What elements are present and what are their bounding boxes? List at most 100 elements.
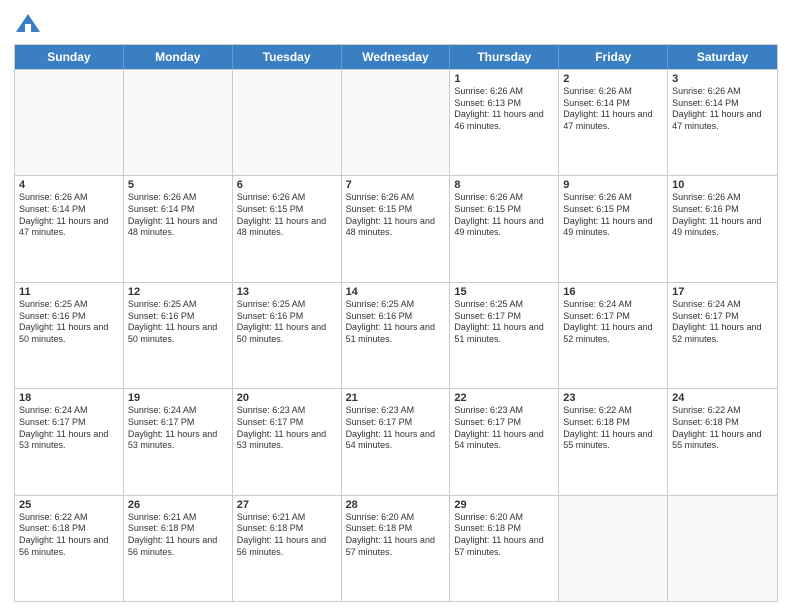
cell-info: Sunrise: 6:21 AM Sunset: 6:18 PM Dayligh… bbox=[237, 512, 337, 559]
calendar-cell-1-6: 10Sunrise: 6:26 AM Sunset: 6:16 PM Dayli… bbox=[668, 176, 777, 281]
calendar-cell-3-6: 24Sunrise: 6:22 AM Sunset: 6:18 PM Dayli… bbox=[668, 389, 777, 494]
calendar-cell-0-5: 2Sunrise: 6:26 AM Sunset: 6:14 PM Daylig… bbox=[559, 70, 668, 175]
cell-info: Sunrise: 6:26 AM Sunset: 6:15 PM Dayligh… bbox=[563, 192, 663, 239]
cell-date: 10 bbox=[672, 179, 773, 191]
calendar-row-2: 11Sunrise: 6:25 AM Sunset: 6:16 PM Dayli… bbox=[15, 282, 777, 388]
cell-info: Sunrise: 6:25 AM Sunset: 6:16 PM Dayligh… bbox=[128, 299, 228, 346]
cell-info: Sunrise: 6:26 AM Sunset: 6:14 PM Dayligh… bbox=[563, 86, 663, 133]
calendar-cell-2-1: 12Sunrise: 6:25 AM Sunset: 6:16 PM Dayli… bbox=[124, 283, 233, 388]
calendar-cell-0-2 bbox=[233, 70, 342, 175]
cell-date: 22 bbox=[454, 392, 554, 404]
cell-info: Sunrise: 6:26 AM Sunset: 6:15 PM Dayligh… bbox=[454, 192, 554, 239]
cell-date: 28 bbox=[346, 499, 446, 511]
calendar-cell-2-5: 16Sunrise: 6:24 AM Sunset: 6:17 PM Dayli… bbox=[559, 283, 668, 388]
cell-info: Sunrise: 6:24 AM Sunset: 6:17 PM Dayligh… bbox=[19, 405, 119, 452]
cell-info: Sunrise: 6:21 AM Sunset: 6:18 PM Dayligh… bbox=[128, 512, 228, 559]
cell-date: 12 bbox=[128, 286, 228, 298]
cell-info: Sunrise: 6:25 AM Sunset: 6:17 PM Dayligh… bbox=[454, 299, 554, 346]
cell-date: 17 bbox=[672, 286, 773, 298]
cell-date: 18 bbox=[19, 392, 119, 404]
cell-date: 29 bbox=[454, 499, 554, 511]
cell-info: Sunrise: 6:24 AM Sunset: 6:17 PM Dayligh… bbox=[563, 299, 663, 346]
calendar-cell-4-2: 27Sunrise: 6:21 AM Sunset: 6:18 PM Dayli… bbox=[233, 496, 342, 601]
cell-date: 4 bbox=[19, 179, 119, 191]
calendar-cell-3-5: 23Sunrise: 6:22 AM Sunset: 6:18 PM Dayli… bbox=[559, 389, 668, 494]
calendar-cell-0-1 bbox=[124, 70, 233, 175]
calendar-cell-4-4: 29Sunrise: 6:20 AM Sunset: 6:18 PM Dayli… bbox=[450, 496, 559, 601]
cell-info: Sunrise: 6:23 AM Sunset: 6:17 PM Dayligh… bbox=[237, 405, 337, 452]
cell-info: Sunrise: 6:23 AM Sunset: 6:17 PM Dayligh… bbox=[454, 405, 554, 452]
cell-date: 9 bbox=[563, 179, 663, 191]
calendar-cell-3-0: 18Sunrise: 6:24 AM Sunset: 6:17 PM Dayli… bbox=[15, 389, 124, 494]
cell-info: Sunrise: 6:20 AM Sunset: 6:18 PM Dayligh… bbox=[454, 512, 554, 559]
calendar-header-row: SundayMondayTuesdayWednesdayThursdayFrid… bbox=[15, 45, 777, 69]
calendar-cell-4-5 bbox=[559, 496, 668, 601]
calendar-cell-4-1: 26Sunrise: 6:21 AM Sunset: 6:18 PM Dayli… bbox=[124, 496, 233, 601]
cell-info: Sunrise: 6:22 AM Sunset: 6:18 PM Dayligh… bbox=[563, 405, 663, 452]
calendar-body: 1Sunrise: 6:26 AM Sunset: 6:13 PM Daylig… bbox=[15, 69, 777, 601]
logo bbox=[14, 10, 46, 38]
cell-info: Sunrise: 6:26 AM Sunset: 6:14 PM Dayligh… bbox=[19, 192, 119, 239]
cell-date: 16 bbox=[563, 286, 663, 298]
calendar-cell-2-0: 11Sunrise: 6:25 AM Sunset: 6:16 PM Dayli… bbox=[15, 283, 124, 388]
calendar-cell-3-1: 19Sunrise: 6:24 AM Sunset: 6:17 PM Dayli… bbox=[124, 389, 233, 494]
calendar-cell-4-0: 25Sunrise: 6:22 AM Sunset: 6:18 PM Dayli… bbox=[15, 496, 124, 601]
calendar-row-4: 25Sunrise: 6:22 AM Sunset: 6:18 PM Dayli… bbox=[15, 495, 777, 601]
cell-info: Sunrise: 6:20 AM Sunset: 6:18 PM Dayligh… bbox=[346, 512, 446, 559]
calendar-cell-0-0 bbox=[15, 70, 124, 175]
header-cell-tuesday: Tuesday bbox=[233, 45, 342, 69]
cell-info: Sunrise: 6:26 AM Sunset: 6:13 PM Dayligh… bbox=[454, 86, 554, 133]
cell-info: Sunrise: 6:26 AM Sunset: 6:15 PM Dayligh… bbox=[237, 192, 337, 239]
cell-date: 24 bbox=[672, 392, 773, 404]
cell-date: 1 bbox=[454, 73, 554, 85]
cell-date: 26 bbox=[128, 499, 228, 511]
cell-date: 21 bbox=[346, 392, 446, 404]
cell-info: Sunrise: 6:26 AM Sunset: 6:16 PM Dayligh… bbox=[672, 192, 773, 239]
cell-info: Sunrise: 6:22 AM Sunset: 6:18 PM Dayligh… bbox=[672, 405, 773, 452]
cell-info: Sunrise: 6:25 AM Sunset: 6:16 PM Dayligh… bbox=[19, 299, 119, 346]
cell-date: 7 bbox=[346, 179, 446, 191]
header-cell-sunday: Sunday bbox=[15, 45, 124, 69]
cell-date: 25 bbox=[19, 499, 119, 511]
calendar-cell-1-1: 5Sunrise: 6:26 AM Sunset: 6:14 PM Daylig… bbox=[124, 176, 233, 281]
cell-date: 5 bbox=[128, 179, 228, 191]
cell-date: 8 bbox=[454, 179, 554, 191]
cell-info: Sunrise: 6:26 AM Sunset: 6:15 PM Dayligh… bbox=[346, 192, 446, 239]
cell-date: 20 bbox=[237, 392, 337, 404]
page-header bbox=[14, 10, 778, 38]
calendar-cell-1-4: 8Sunrise: 6:26 AM Sunset: 6:15 PM Daylig… bbox=[450, 176, 559, 281]
calendar-row-0: 1Sunrise: 6:26 AM Sunset: 6:13 PM Daylig… bbox=[15, 69, 777, 175]
cell-date: 23 bbox=[563, 392, 663, 404]
cell-date: 2 bbox=[563, 73, 663, 85]
cell-date: 13 bbox=[237, 286, 337, 298]
cell-date: 27 bbox=[237, 499, 337, 511]
calendar-cell-2-4: 15Sunrise: 6:25 AM Sunset: 6:17 PM Dayli… bbox=[450, 283, 559, 388]
cell-date: 14 bbox=[346, 286, 446, 298]
cell-info: Sunrise: 6:22 AM Sunset: 6:18 PM Dayligh… bbox=[19, 512, 119, 559]
cell-info: Sunrise: 6:24 AM Sunset: 6:17 PM Dayligh… bbox=[128, 405, 228, 452]
calendar-cell-1-3: 7Sunrise: 6:26 AM Sunset: 6:15 PM Daylig… bbox=[342, 176, 451, 281]
calendar-cell-4-6 bbox=[668, 496, 777, 601]
cell-info: Sunrise: 6:26 AM Sunset: 6:14 PM Dayligh… bbox=[128, 192, 228, 239]
cell-date: 3 bbox=[672, 73, 773, 85]
calendar-row-3: 18Sunrise: 6:24 AM Sunset: 6:17 PM Dayli… bbox=[15, 388, 777, 494]
calendar-cell-1-0: 4Sunrise: 6:26 AM Sunset: 6:14 PM Daylig… bbox=[15, 176, 124, 281]
cell-date: 11 bbox=[19, 286, 119, 298]
calendar-cell-1-2: 6Sunrise: 6:26 AM Sunset: 6:15 PM Daylig… bbox=[233, 176, 342, 281]
calendar-cell-2-3: 14Sunrise: 6:25 AM Sunset: 6:16 PM Dayli… bbox=[342, 283, 451, 388]
calendar-cell-4-3: 28Sunrise: 6:20 AM Sunset: 6:18 PM Dayli… bbox=[342, 496, 451, 601]
calendar-row-1: 4Sunrise: 6:26 AM Sunset: 6:14 PM Daylig… bbox=[15, 175, 777, 281]
cell-info: Sunrise: 6:24 AM Sunset: 6:17 PM Dayligh… bbox=[672, 299, 773, 346]
calendar-cell-2-6: 17Sunrise: 6:24 AM Sunset: 6:17 PM Dayli… bbox=[668, 283, 777, 388]
cell-date: 15 bbox=[454, 286, 554, 298]
header-cell-wednesday: Wednesday bbox=[342, 45, 451, 69]
calendar-cell-0-6: 3Sunrise: 6:26 AM Sunset: 6:14 PM Daylig… bbox=[668, 70, 777, 175]
calendar-cell-1-5: 9Sunrise: 6:26 AM Sunset: 6:15 PM Daylig… bbox=[559, 176, 668, 281]
calendar: SundayMondayTuesdayWednesdayThursdayFrid… bbox=[14, 44, 778, 602]
header-cell-monday: Monday bbox=[124, 45, 233, 69]
cell-info: Sunrise: 6:23 AM Sunset: 6:17 PM Dayligh… bbox=[346, 405, 446, 452]
calendar-cell-3-2: 20Sunrise: 6:23 AM Sunset: 6:17 PM Dayli… bbox=[233, 389, 342, 494]
header-cell-saturday: Saturday bbox=[668, 45, 777, 69]
calendar-cell-3-4: 22Sunrise: 6:23 AM Sunset: 6:17 PM Dayli… bbox=[450, 389, 559, 494]
header-cell-thursday: Thursday bbox=[450, 45, 559, 69]
